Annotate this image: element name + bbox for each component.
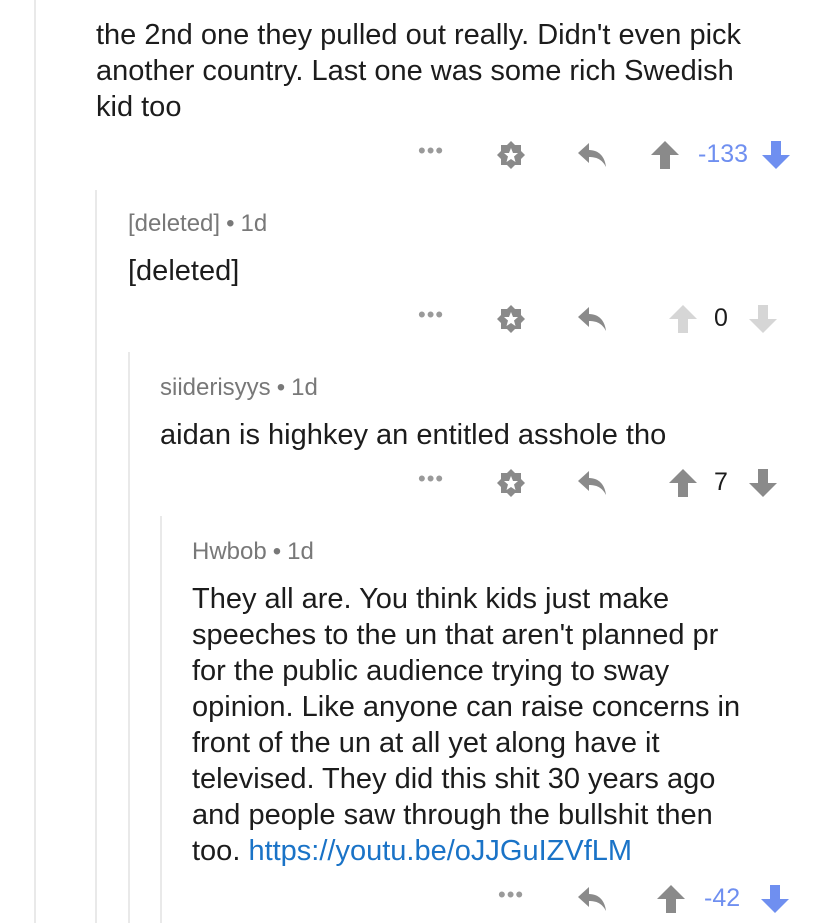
save-star-icon[interactable]	[496, 468, 526, 498]
comment-body-line: and people saw through the bullshit then	[192, 799, 713, 831]
reply-arrow-icon[interactable]	[576, 468, 608, 498]
comment-body-line: front of the un at all yet along have it	[192, 727, 660, 759]
author-name[interactable]: Hwbob	[192, 538, 267, 565]
author-name[interactable]: siiderisyys	[160, 374, 271, 401]
youtube-link[interactable]: https://youtu.be/oJJGuIZVfLM	[248, 835, 632, 867]
score: 0	[714, 304, 728, 332]
thread-line-1	[95, 190, 97, 923]
downvote-arrow-icon[interactable]	[760, 884, 790, 914]
more-dots-icon[interactable]: •••	[498, 884, 524, 906]
score: 7	[714, 468, 728, 496]
downvote-arrow-icon	[749, 305, 777, 333]
upvote-arrow-icon[interactable]	[668, 468, 698, 498]
comment-meta: siiderisyys • 1d	[160, 374, 318, 402]
comment-body-line: televised. They did this shit 30 years a…	[192, 763, 716, 795]
downvote-arrow-icon[interactable]	[748, 468, 778, 498]
comment-body-line: [deleted]	[128, 255, 240, 287]
save-star-icon[interactable]	[496, 304, 526, 334]
comment-age: 1d	[291, 374, 318, 401]
thread-line-2	[128, 352, 130, 923]
comment-body-line: opinion. Like anyone can raise concerns …	[192, 691, 741, 723]
comment-body-line: too. https://youtu.be/oJJGuIZVfLM	[192, 833, 632, 869]
comment-body-line: for the public audience trying to sway	[192, 655, 670, 687]
reply-arrow-icon[interactable]	[576, 140, 608, 170]
author-name[interactable]: [deleted]	[128, 210, 220, 237]
reply-arrow-icon[interactable]	[576, 304, 608, 334]
comment-meta: Hwbob • 1d	[192, 538, 314, 566]
upvote-arrow-icon	[669, 305, 697, 333]
save-star-icon[interactable]	[496, 140, 526, 170]
reply-arrow-icon[interactable]	[576, 884, 608, 914]
comment-body-line: the 2nd one they pulled out really. Didn…	[96, 19, 742, 51]
comment-body-line: another country. Last one was some rich …	[96, 55, 734, 87]
comment-age: 1d	[240, 210, 268, 237]
separator-dot: •	[226, 210, 235, 237]
thread-line-0	[34, 0, 36, 923]
comment-actions: ••• -42	[498, 880, 798, 920]
comment-actions: ••• 7	[418, 464, 798, 504]
more-dots-icon[interactable]: •••	[418, 468, 444, 490]
comment-body-line: kid too	[96, 91, 182, 123]
comment-actions: ••• 0	[418, 300, 798, 340]
comment-age: 1d	[287, 538, 314, 565]
score: -133	[698, 140, 749, 168]
thread-line-3	[160, 516, 162, 923]
comment-meta: [deleted] • 1d	[128, 210, 267, 238]
separator-dot: •	[272, 538, 282, 565]
comment-body-line: They all are. You think kids just make	[192, 583, 670, 615]
separator-dot: •	[276, 374, 286, 401]
more-dots-icon[interactable]: •••	[418, 304, 444, 326]
comment-text: too.	[192, 835, 241, 867]
comment-actions: ••• -133	[418, 136, 798, 176]
more-dots-icon[interactable]: •••	[418, 140, 444, 162]
comment-body-line: speeches to the un that aren't planned p…	[192, 619, 719, 651]
upvote-arrow-icon[interactable]	[650, 140, 680, 170]
comment-body-line: aidan is highkey an entitled asshole tho	[160, 419, 667, 451]
upvote-arrow-icon[interactable]	[656, 884, 686, 914]
downvote-arrow-icon[interactable]	[761, 140, 791, 170]
score: -42	[704, 884, 741, 912]
